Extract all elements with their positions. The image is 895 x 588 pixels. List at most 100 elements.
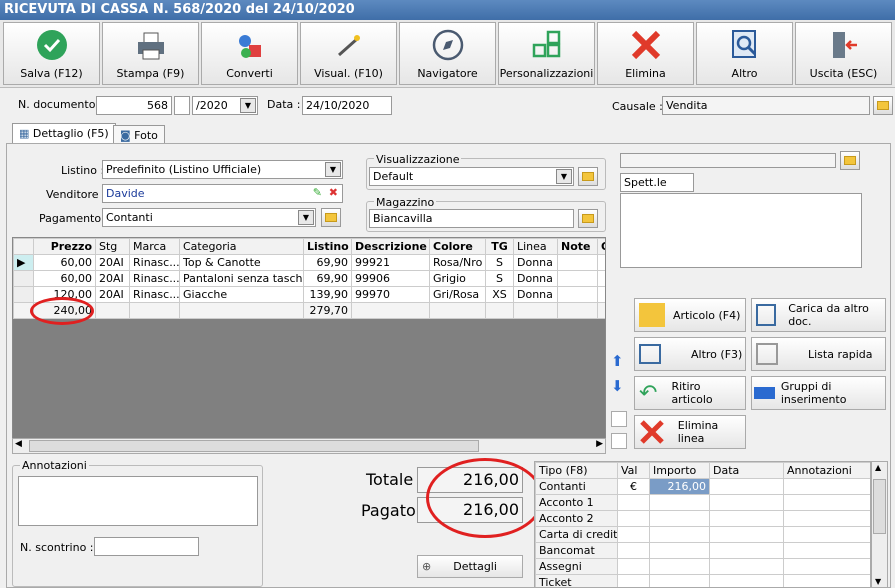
visualizzazione-select[interactable]: Default ▼ <box>369 167 574 186</box>
doc-suffix-input[interactable] <box>174 96 190 115</box>
payment-row[interactable]: Carta di credito <box>535 526 870 543</box>
add-article-button[interactable]: Articolo (F4) <box>634 298 746 332</box>
cell[interactable]: Giacche <box>179 286 304 303</box>
cell[interactable]: S <box>485 254 514 271</box>
payment-row[interactable]: Acconto 1 <box>535 494 870 511</box>
convert-button[interactable]: Converti <box>201 22 298 85</box>
edit-icon[interactable]: ✎ <box>313 186 322 199</box>
scroll-thumb[interactable] <box>873 479 886 534</box>
cell[interactable]: Pantaloni senza tasche <box>179 270 304 287</box>
col-listino[interactable]: Listino <box>303 238 352 255</box>
cliente-search-input[interactable] <box>620 153 836 168</box>
visual-folder-button[interactable] <box>578 167 598 186</box>
table-row[interactable]: 120,00 20AI Rinasc... Giacche 139,90 99970 Gri… <box>13 286 605 303</box>
col-tg[interactable]: TG <box>485 238 514 255</box>
col-tipo[interactable]: Tipo (F8) <box>535 462 618 479</box>
cell[interactable]: XS <box>485 286 514 303</box>
notes-cell[interactable] <box>783 558 870 575</box>
date-cell[interactable] <box>709 558 784 575</box>
cell[interactable]: Donna <box>513 286 558 303</box>
cell[interactable]: 69,90 <box>303 254 352 271</box>
date-cell[interactable] <box>709 542 784 559</box>
scroll-up-icon[interactable]: ▲ <box>875 463 881 472</box>
listino-select[interactable]: Predefinito (Listino Ufficiale) ▼ <box>102 160 343 179</box>
payment-row[interactable]: Bancomat <box>535 542 870 559</box>
col-annotazioni[interactable]: Annotazioni <box>783 462 870 479</box>
magazzino-folder-button[interactable] <box>578 209 598 228</box>
notes-cell[interactable] <box>783 542 870 559</box>
currency-cell[interactable] <box>617 542 650 559</box>
move-up-icon[interactable]: ⬆ <box>611 352 629 370</box>
cell[interactable]: Rinasc... <box>129 270 180 287</box>
amount-cell[interactable] <box>649 558 710 575</box>
cell[interactable]: Rinasc... <box>129 254 180 271</box>
payment-row[interactable]: Acconto 2 <box>535 510 870 527</box>
col-qta[interactable]: Q.tà <box>597 238 605 255</box>
date-input[interactable]: 24/10/2020 <box>302 96 392 115</box>
cell[interactable] <box>557 254 598 271</box>
cell[interactable]: 1 <box>597 254 605 271</box>
dettagli-button[interactable]: ⊕ Dettagli <box>417 555 523 578</box>
other-f3-button[interactable]: Altro (F3) <box>634 337 746 371</box>
cell[interactable]: 20AI <box>95 270 130 287</box>
notes-cell[interactable] <box>783 494 870 511</box>
cell[interactable]: 20AI <box>95 254 130 271</box>
venditore-input[interactable]: Davide ✎ ✖ <box>102 184 343 203</box>
print-button[interactable]: Stampa (F9) <box>102 22 199 85</box>
pagamento-select[interactable]: Contanti ▼ <box>102 208 316 227</box>
currency-cell[interactable] <box>617 494 650 511</box>
amount-cell[interactable]: 216,00 <box>649 478 710 495</box>
col-colore[interactable]: Colore <box>429 238 486 255</box>
col-stg[interactable]: Stg <box>95 238 130 255</box>
doc-number-input[interactable]: 568 <box>96 96 172 115</box>
cell[interactable]: Gri/Rosa <box>429 286 486 303</box>
tab-dettaglio[interactable]: ▦ Dettaglio (F5) <box>12 123 116 144</box>
cliente-title-input[interactable]: Spett.le <box>620 173 694 192</box>
magazzino-input[interactable]: Biancavilla <box>369 209 574 228</box>
cell[interactable] <box>557 286 598 303</box>
notes-cell[interactable] <box>783 510 870 527</box>
navigator-button[interactable]: Navigatore <box>399 22 496 85</box>
causale-input[interactable]: Vendita <box>662 96 870 115</box>
cell[interactable]: 99906 <box>351 270 430 287</box>
currency-cell[interactable] <box>617 526 650 543</box>
cell[interactable] <box>557 270 598 287</box>
payment-row[interactable]: Assegni <box>535 558 870 575</box>
row-indicator[interactable] <box>13 286 34 303</box>
currency-cell[interactable] <box>617 558 650 575</box>
scroll-left-icon[interactable]: ◀ <box>15 439 22 449</box>
payment-row[interactable]: Ticket <box>535 574 870 587</box>
causale-folder-button[interactable] <box>873 96 893 115</box>
payment-row[interactable]: Contanti €216,00 <box>535 478 870 495</box>
col-val[interactable]: Val <box>617 462 650 479</box>
col-descrizione[interactable]: Descrizione <box>351 238 430 255</box>
currency-cell[interactable] <box>617 574 650 587</box>
col-linea[interactable]: Linea <box>513 238 558 255</box>
notes-cell[interactable] <box>783 478 870 495</box>
cell[interactable]: 1 <box>597 286 605 303</box>
date-cell[interactable] <box>709 574 784 587</box>
return-article-button[interactable]: ↶ Ritiro articolo <box>634 376 746 410</box>
load-from-doc-button[interactable]: Carica da altro doc. <box>751 298 886 332</box>
other-button[interactable]: Altro <box>696 22 793 85</box>
annotazioni-input[interactable] <box>18 476 258 526</box>
cell[interactable]: S <box>485 270 514 287</box>
cell[interactable]: 69,90 <box>303 270 352 287</box>
col-marca[interactable]: Marca <box>129 238 180 255</box>
row-indicator[interactable]: ▶ <box>13 254 34 271</box>
amount-cell[interactable] <box>649 526 710 543</box>
cell[interactable]: Donna <box>513 270 558 287</box>
move-down-icon[interactable]: ⬇ <box>611 377 629 395</box>
cell[interactable]: Grigio <box>429 270 486 287</box>
settings-small-icon[interactable] <box>611 411 627 427</box>
col-note[interactable]: Note <box>557 238 598 255</box>
row-indicator[interactable] <box>13 270 34 287</box>
delete-button[interactable]: Elimina <box>597 22 694 85</box>
grid-horizontal-scrollbar[interactable]: ◀ ▶ <box>12 438 606 454</box>
date-cell[interactable] <box>709 526 784 543</box>
currency-cell[interactable]: € <box>617 478 650 495</box>
col-importo[interactable]: Importo <box>649 462 710 479</box>
cell[interactable]: 60,00 <box>33 270 96 287</box>
notes-cell[interactable] <box>783 574 870 587</box>
pagamento-folder-button[interactable] <box>321 208 341 227</box>
